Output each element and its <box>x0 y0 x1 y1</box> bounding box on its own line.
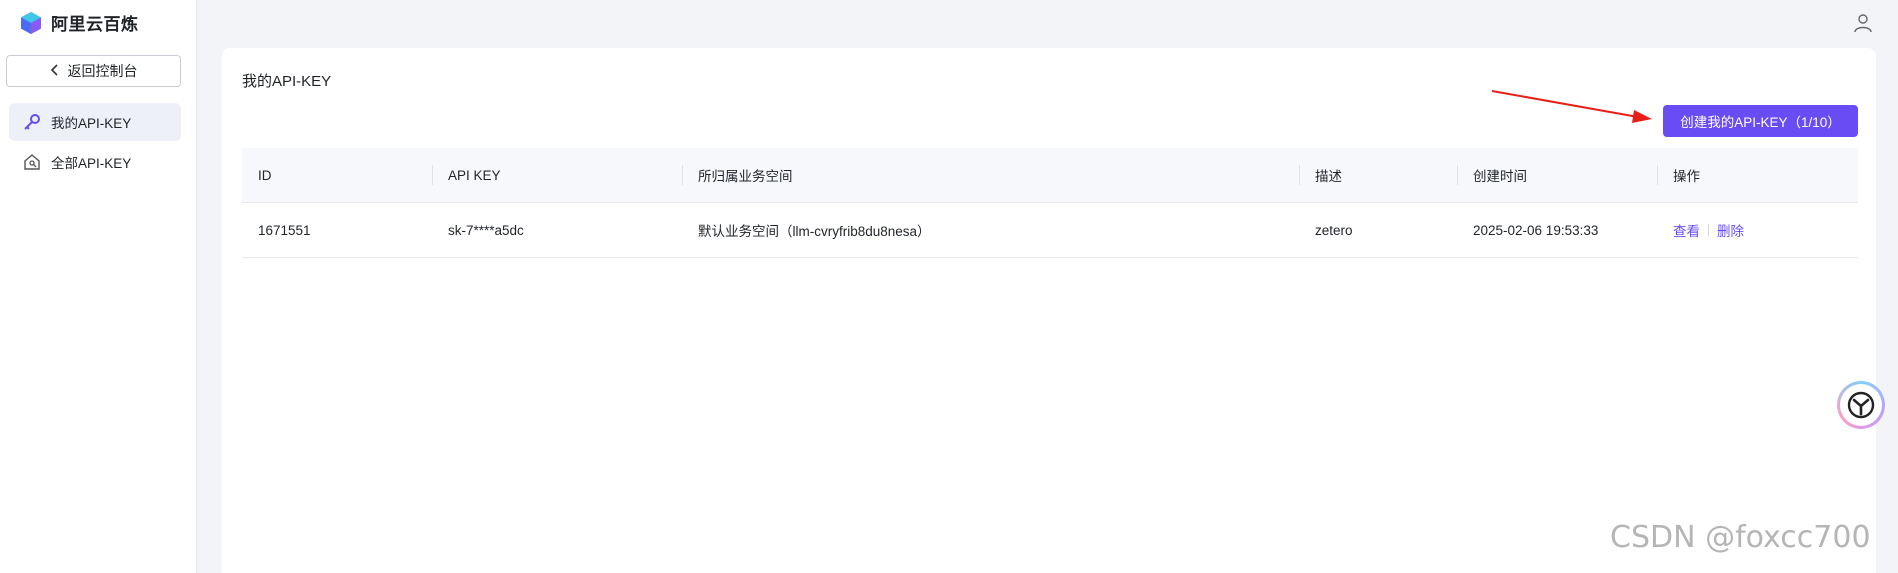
bailian-logo-icon <box>21 11 41 34</box>
column-header-api-key: API KEY <box>432 148 682 202</box>
column-header-id: ID <box>258 167 272 183</box>
brand-name: 阿里云百炼 <box>51 15 139 34</box>
cell-workspace: 默认业务空间（llm-cvryfrib8du8nesa） <box>698 224 931 239</box>
brand-logo[interactable]: 阿里云百炼 <box>19 10 139 35</box>
key-icon <box>24 114 40 130</box>
back-to-console-label: 返回控制台 <box>67 63 138 79</box>
sidebar-item-label: 我的API-KEY <box>51 116 132 131</box>
cell-id: 1671551 <box>258 222 311 238</box>
column-header-created: 创建时间 <box>1457 148 1657 202</box>
house-key-icon <box>24 154 40 170</box>
cell-created: 2025-02-06 19:53:33 <box>1473 222 1599 238</box>
watermark: CSDN @foxcc700 <box>1610 520 1871 555</box>
cell-actions: 查看 删除 <box>1657 203 1858 257</box>
table-row: 1671551 sk-7****a5dc 默认业务空间（llm-cvryfrib… <box>242 203 1858 258</box>
floating-assistant-button[interactable] <box>1837 381 1885 429</box>
api-key-table: ID API KEY 所归属业务空间 描述 创建时间 操作 1671551 sk… <box>242 148 1858 258</box>
column-header-workspace: 所归属业务空间 <box>682 148 1299 202</box>
sidebar-item-all-api-key[interactable]: 全部API-KEY <box>9 143 181 181</box>
column-header-actions: 操作 <box>1657 148 1858 202</box>
create-api-key-button[interactable]: 创建我的API-KEY（1/10） <box>1663 105 1858 137</box>
sidebar-item-label: 全部API-KEY <box>51 156 132 171</box>
sidebar-item-my-api-key[interactable]: 我的API-KEY <box>9 103 181 141</box>
action-divider <box>1708 224 1709 236</box>
user-icon[interactable] <box>1852 12 1874 34</box>
cell-api-key: sk-7****a5dc <box>448 222 524 238</box>
back-to-console-button[interactable]: 返回控制台 <box>6 55 181 87</box>
assistant-icon <box>1847 391 1875 419</box>
delete-link[interactable]: 删除 <box>1717 220 1744 240</box>
api-key-panel: 我的API-KEY 创建我的API-KEY（1/10） ID API KEY 所… <box>222 48 1876 573</box>
page-title: 我的API-KEY <box>242 73 332 90</box>
table-header: ID API KEY 所归属业务空间 描述 创建时间 操作 <box>242 148 1858 203</box>
cell-description: zetero <box>1315 222 1353 238</box>
chevron-left-icon <box>50 63 60 79</box>
sidebar: 阿里云百炼 返回控制台 我的API-KEY 全部API-KEY <box>0 0 197 573</box>
view-link[interactable]: 查看 <box>1673 220 1700 240</box>
column-header-description: 描述 <box>1299 148 1457 202</box>
